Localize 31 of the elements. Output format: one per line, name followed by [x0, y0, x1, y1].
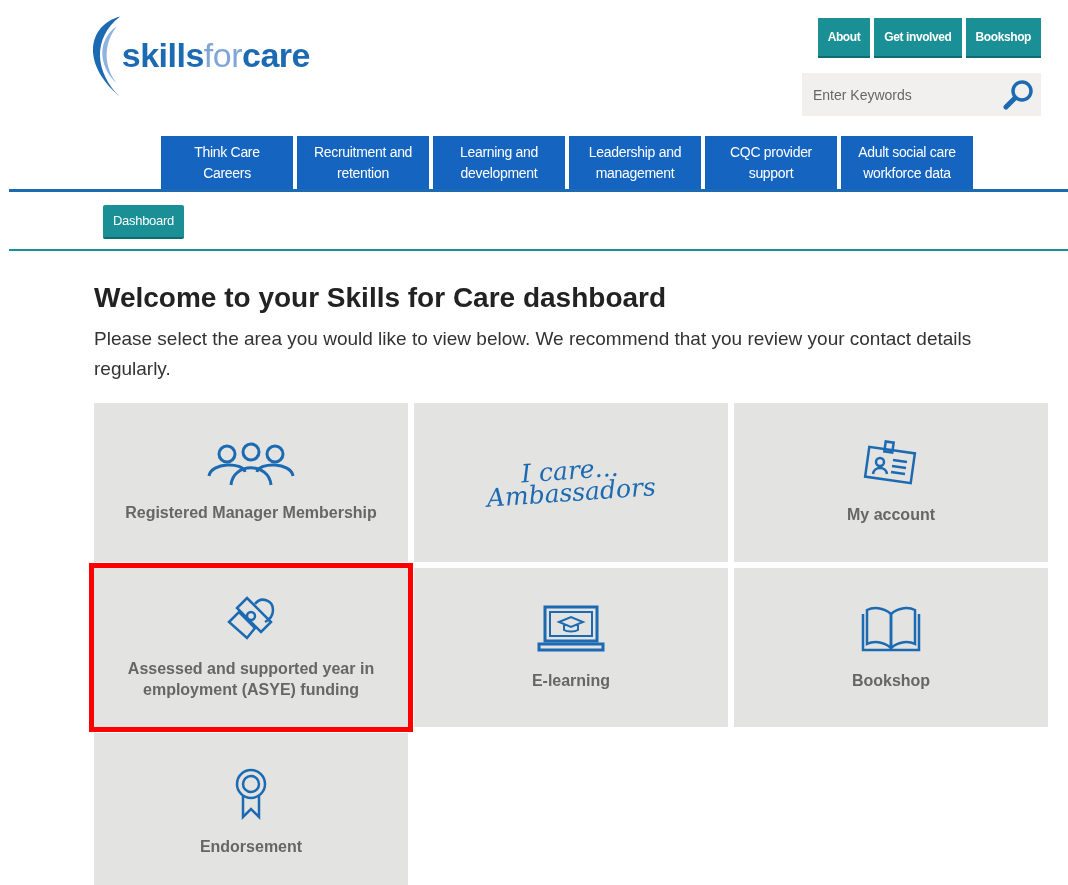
dashboard-tile[interactable]: I care... Ambassadors [414, 402, 728, 562]
dashboard-tile[interactable]: Bookshop [734, 567, 1048, 727]
top-link[interactable]: Bookshop [965, 18, 1041, 58]
tile-label: Registered Manager Membership [125, 502, 377, 523]
top-link[interactable]: About [817, 18, 871, 58]
people-icon [205, 441, 297, 486]
dashboard-button[interactable]: Dashboard [103, 205, 184, 239]
search-field[interactable]: Enter Keywords [802, 73, 1041, 116]
nav-tab[interactable]: Adult social care workforce data [841, 136, 973, 189]
tile-label: Endorsement [199, 836, 303, 857]
top-link[interactable]: Get involved [874, 18, 962, 58]
nav-tab[interactable]: Think Care Careers [161, 136, 293, 189]
nav-tab[interactable]: Leadership and management [569, 136, 701, 189]
rosette-icon [234, 767, 268, 820]
dashboard-tile[interactable]: Endorsement [94, 732, 408, 885]
tile-label: My account [847, 504, 935, 525]
intro-paragraph: Please select the area you would like to view below. We recommend that you review your contact details regularly. [94, 326, 973, 381]
search-icon[interactable] [1003, 78, 1035, 110]
ambassadors-logo-text: I care... Ambassadors [485, 454, 657, 510]
tile-label: E-learning [531, 670, 611, 691]
nav-tab[interactable]: CQC provider support [705, 136, 837, 189]
tile-label: Bookshop [851, 670, 931, 691]
nav-tab[interactable]: Recruitment and retention [297, 136, 429, 189]
dashboard-tile[interactable]: E-learning [414, 567, 728, 727]
logo-text: skillsforcare [121, 38, 310, 72]
tile-label: Assessed and supported year in employment (ASYE) funding [126, 659, 376, 701]
nav-tab[interactable]: Learning and development [433, 136, 565, 189]
dashboard-tile[interactable]: My account [734, 402, 1048, 562]
page-heading: Welcome to your Skills for Care dashboard [94, 281, 668, 315]
dashboard-tile[interactable]: Registered Manager Membership [94, 402, 408, 562]
laptop-icon [537, 603, 605, 654]
